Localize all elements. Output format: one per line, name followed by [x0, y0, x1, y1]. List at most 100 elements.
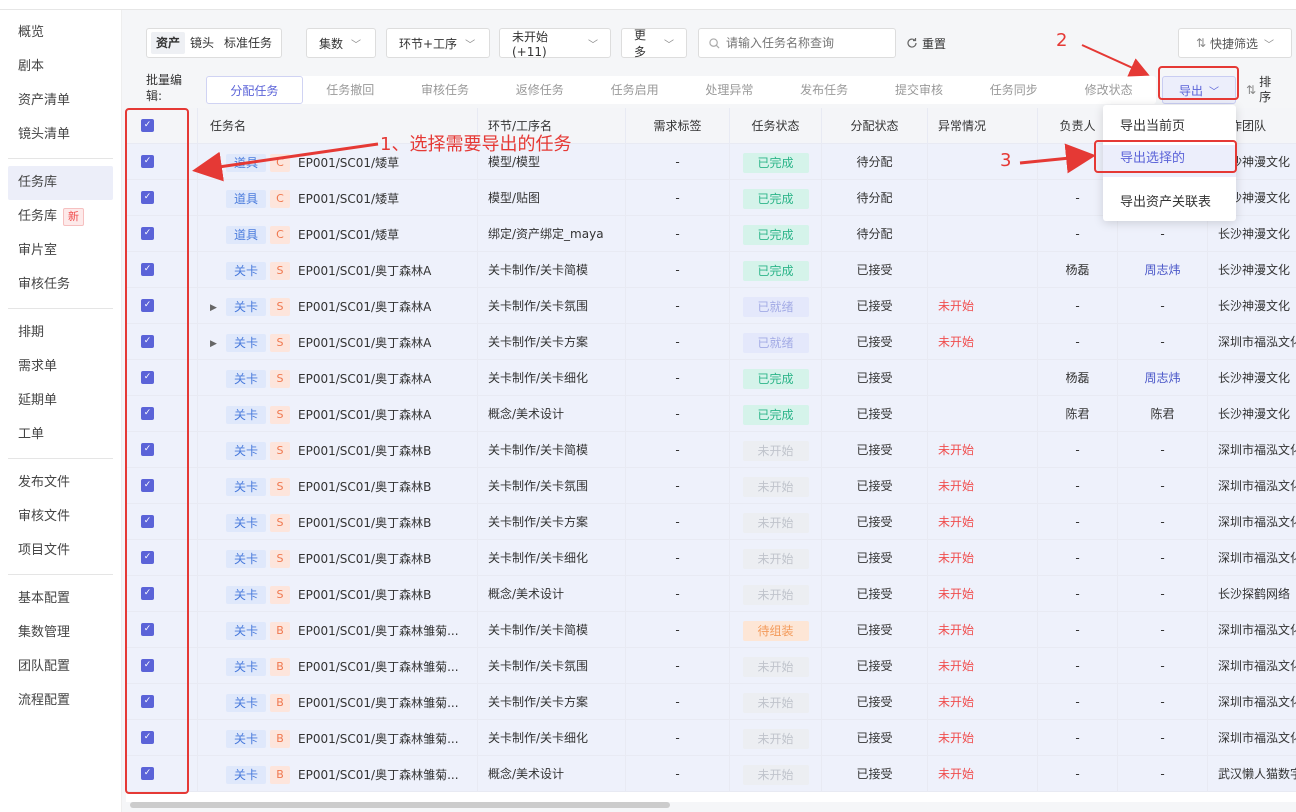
grade-tag: B [270, 693, 291, 712]
search-input[interactable] [726, 36, 886, 50]
table-row[interactable]: ✓ 关卡 S EP001/SC01/奥丁森林B 关卡制作/关卡方案 - 未开始 已接受 未开始 -… [126, 504, 1296, 540]
segment-standard-task[interactable]: 标准任务 [219, 32, 277, 54]
sidebar-item-basic-config[interactable]: 基本配置 [8, 582, 113, 616]
task-path[interactable]: EP001/SC01/矮草 [298, 228, 399, 242]
team-cell: 深圳市福泓文化 [1208, 324, 1296, 360]
task-name-cell: 关卡 S EP001/SC01/奥丁森林B [198, 540, 478, 576]
sidebar-item-review-tasks[interactable]: 审核任务 [8, 268, 113, 302]
expand-arrow-icon[interactable]: ▶ [210, 290, 226, 324]
owner2-text: - [1160, 479, 1165, 493]
step-cell: 关卡制作/关卡简模 [478, 432, 626, 468]
sidebar-item-review-files[interactable]: 审核文件 [8, 500, 113, 534]
table-row[interactable]: ✓ 关卡 B EP001/SC01/奥丁森林雏菊... 概念/美术设计 - 未开始 已接受 未开… [126, 756, 1296, 792]
task-path[interactable]: EP001/SC01/矮草 [298, 156, 399, 170]
task-path[interactable]: EP001/SC01/奥丁森林雏菊... [298, 768, 459, 782]
batch-tab[interactable]: 任务启用 [587, 76, 682, 104]
table-row[interactable]: ✓ 关卡 S EP001/SC01/奥丁森林B 关卡制作/关卡氛围 - 未开始 已接受 未开始 -… [126, 468, 1296, 504]
sidebar-item-shot-list[interactable]: 镜头清单 [8, 118, 113, 152]
owner2-text[interactable]: 周志炜 [1144, 263, 1180, 277]
status-badge: 未开始 [742, 440, 809, 461]
sidebar-group-overview: 概览 剧本 资产清单 镜头清单 [0, 10, 121, 152]
table-row[interactable]: ✓ ▶ 关卡 S EP001/SC01/奥丁森林A 关卡制作/关卡氛围 - 已就绪 已接受 未开始… [126, 288, 1296, 324]
abnormal-cell [928, 180, 1038, 216]
sidebar-item-team-config[interactable]: 团队配置 [8, 650, 113, 684]
step-cell: 概念/美术设计 [478, 576, 626, 612]
batch-tab[interactable]: 分配任务 [206, 76, 303, 104]
batch-tab[interactable]: 返修任务 [492, 76, 587, 104]
segment-asset[interactable]: 资产 [151, 32, 186, 54]
sidebar-item-flow-config[interactable]: 流程配置 [8, 684, 113, 718]
step-dropdown[interactable]: 环节+工序 ﹀ [386, 28, 490, 58]
table-row[interactable]: ✓ 关卡 S EP001/SC01/奥丁森林B 概念/美术设计 - 未开始 已接受 未开始 - - 长… [126, 576, 1296, 612]
batch-tab[interactable]: 任务同步 [966, 76, 1061, 104]
table-row[interactable]: ✓ 关卡 B EP001/SC01/奥丁森林雏菊... 关卡制作/关卡简模 - 待组装 已接受… [126, 612, 1296, 648]
task-path[interactable]: EP001/SC01/奥丁森林A [298, 300, 431, 314]
task-path[interactable]: EP001/SC01/奥丁森林B [298, 444, 431, 458]
sidebar-item-delays[interactable]: 延期单 [8, 384, 113, 418]
task-path[interactable]: EP001/SC01/奥丁森林A [298, 408, 431, 422]
batch-tab[interactable]: 任务撤回 [303, 76, 398, 104]
sidebar-item-asset-list[interactable]: 资产清单 [8, 84, 113, 118]
owner2-text[interactable]: 周志炜 [1144, 371, 1180, 385]
table-row[interactable]: ✓ 关卡 S EP001/SC01/奥丁森林B 关卡制作/关卡细化 - 未开始 已接受 未开始 -… [126, 540, 1296, 576]
reset-button[interactable]: 重置 [906, 28, 946, 58]
table-row[interactable]: ✓ ▶ 关卡 S EP001/SC01/奥丁森林A 关卡制作/关卡方案 - 已就绪 已接受 未开始… [126, 324, 1296, 360]
sidebar-item-review-room[interactable]: 审片室 [8, 234, 113, 268]
table-row[interactable]: ✓ 关卡 B EP001/SC01/奥丁森林雏菊... 关卡制作/关卡方案 - 未开始 已接受… [126, 684, 1296, 720]
owner2-text: - [1160, 731, 1165, 745]
owner2-text: - [1160, 227, 1165, 241]
task-path[interactable]: EP001/SC01/矮草 [298, 192, 399, 206]
horizontal-scrollbar[interactable] [130, 802, 670, 808]
task-path[interactable]: EP001/SC01/奥丁森林雏菊... [298, 660, 459, 674]
sidebar-item-schedule[interactable]: 排期 [8, 316, 113, 350]
table-row[interactable]: ✓ 关卡 B EP001/SC01/奥丁森林雏菊... 关卡制作/关卡细化 - 未开始 已接受… [126, 720, 1296, 756]
task-path[interactable]: EP001/SC01/奥丁森林A [298, 336, 431, 350]
export-menu-item[interactable]: 导出资产关联表 [1103, 189, 1236, 221]
table-row[interactable]: ✓ 关卡 S EP001/SC01/奥丁森林A 概念/美术设计 - 已完成 已接受 陈君 陈君 长沙… [126, 396, 1296, 432]
task-path[interactable]: EP001/SC01/奥丁森林雏菊... [298, 732, 459, 746]
task-path[interactable]: EP001/SC01/奥丁森林B [298, 480, 431, 494]
dropdown-label: 更多 [634, 28, 647, 59]
task-path[interactable]: EP001/SC01/奥丁森林B [298, 552, 431, 566]
table-row[interactable]: ✓ 关卡 S EP001/SC01/奥丁森林A 关卡制作/关卡简模 - 已完成 已接受 杨磊 周志… [126, 252, 1296, 288]
batch-tab[interactable]: 处理异常 [682, 76, 777, 104]
more-dropdown[interactable]: 更多 ﹀ [621, 28, 687, 59]
sort-button[interactable]: ⇅ 排序 [1246, 72, 1296, 108]
batch-tab[interactable]: 提交审核 [872, 76, 967, 104]
task-path[interactable]: EP001/SC01/奥丁森林B [298, 588, 431, 602]
table-row[interactable]: ✓ 关卡 S EP001/SC01/奥丁森林B 关卡制作/关卡简模 - 未开始 已接受 未开始 -… [126, 432, 1296, 468]
task-path[interactable]: EP001/SC01/奥丁森林雏菊... [298, 696, 459, 710]
assign-cell: 已接受 [822, 396, 928, 432]
task-path[interactable]: EP001/SC01/奥丁森林A [298, 372, 431, 386]
batch-tab[interactable]: 审核任务 [398, 76, 493, 104]
sidebar-item-episode-mgmt[interactable]: 集数管理 [8, 616, 113, 650]
episode-dropdown[interactable]: 集数 ﹀ [306, 28, 376, 58]
step-cell: 概念/美术设计 [478, 396, 626, 432]
sidebar-item-task-library[interactable]: 任务库 [8, 166, 113, 200]
status-cell: 未开始 [730, 504, 822, 540]
sidebar-item-task-library-new[interactable]: 任务库新 [8, 200, 113, 234]
sidebar-item-tickets[interactable]: 工单 [8, 418, 113, 452]
sidebar-item-script[interactable]: 剧本 [8, 50, 113, 84]
task-path[interactable]: EP001/SC01/奥丁森林A [298, 264, 431, 278]
sidebar-item-project-files[interactable]: 项目文件 [8, 534, 113, 568]
step-cell: 关卡制作/关卡简模 [478, 612, 626, 648]
batch-tab[interactable]: 发布任务 [777, 76, 872, 104]
tag-cell: - [626, 180, 730, 216]
status-dropdown[interactable]: 未开始(+11) ﹀ [499, 28, 611, 59]
dropdown-label: 未开始(+11) [512, 29, 549, 59]
owner2-text[interactable]: 陈君 [1150, 407, 1174, 421]
table-row[interactable]: ✓ 关卡 B EP001/SC01/奥丁森林雏菊... 关卡制作/关卡氛围 - 未开始 已接受… [126, 648, 1296, 684]
quick-filter-button[interactable]: ⇅ 快捷筛选 ﹀ [1178, 28, 1292, 58]
expand-arrow-icon[interactable]: ▶ [210, 326, 226, 360]
batch-tab[interactable]: 修改状态 [1061, 76, 1156, 104]
segment-shot[interactable]: 镜头 [185, 32, 219, 54]
sidebar-item-requests[interactable]: 需求单 [8, 350, 113, 384]
sidebar-item-overview[interactable]: 概览 [8, 16, 113, 50]
table-row[interactable]: ✓ 关卡 S EP001/SC01/奥丁森林A 关卡制作/关卡细化 - 已完成 已接受 杨磊 周志… [126, 360, 1296, 396]
task-path[interactable]: EP001/SC01/奥丁森林B [298, 516, 431, 530]
sidebar-item-published-files[interactable]: 发布文件 [8, 466, 113, 500]
table-row[interactable]: ✓ 道具 C EP001/SC01/矮草 绑定/资产绑定_maya - 已完成 待分配 - - 长沙… [126, 216, 1296, 252]
grade-tag: S [270, 585, 291, 604]
task-path[interactable]: EP001/SC01/奥丁森林雏菊... [298, 624, 459, 638]
